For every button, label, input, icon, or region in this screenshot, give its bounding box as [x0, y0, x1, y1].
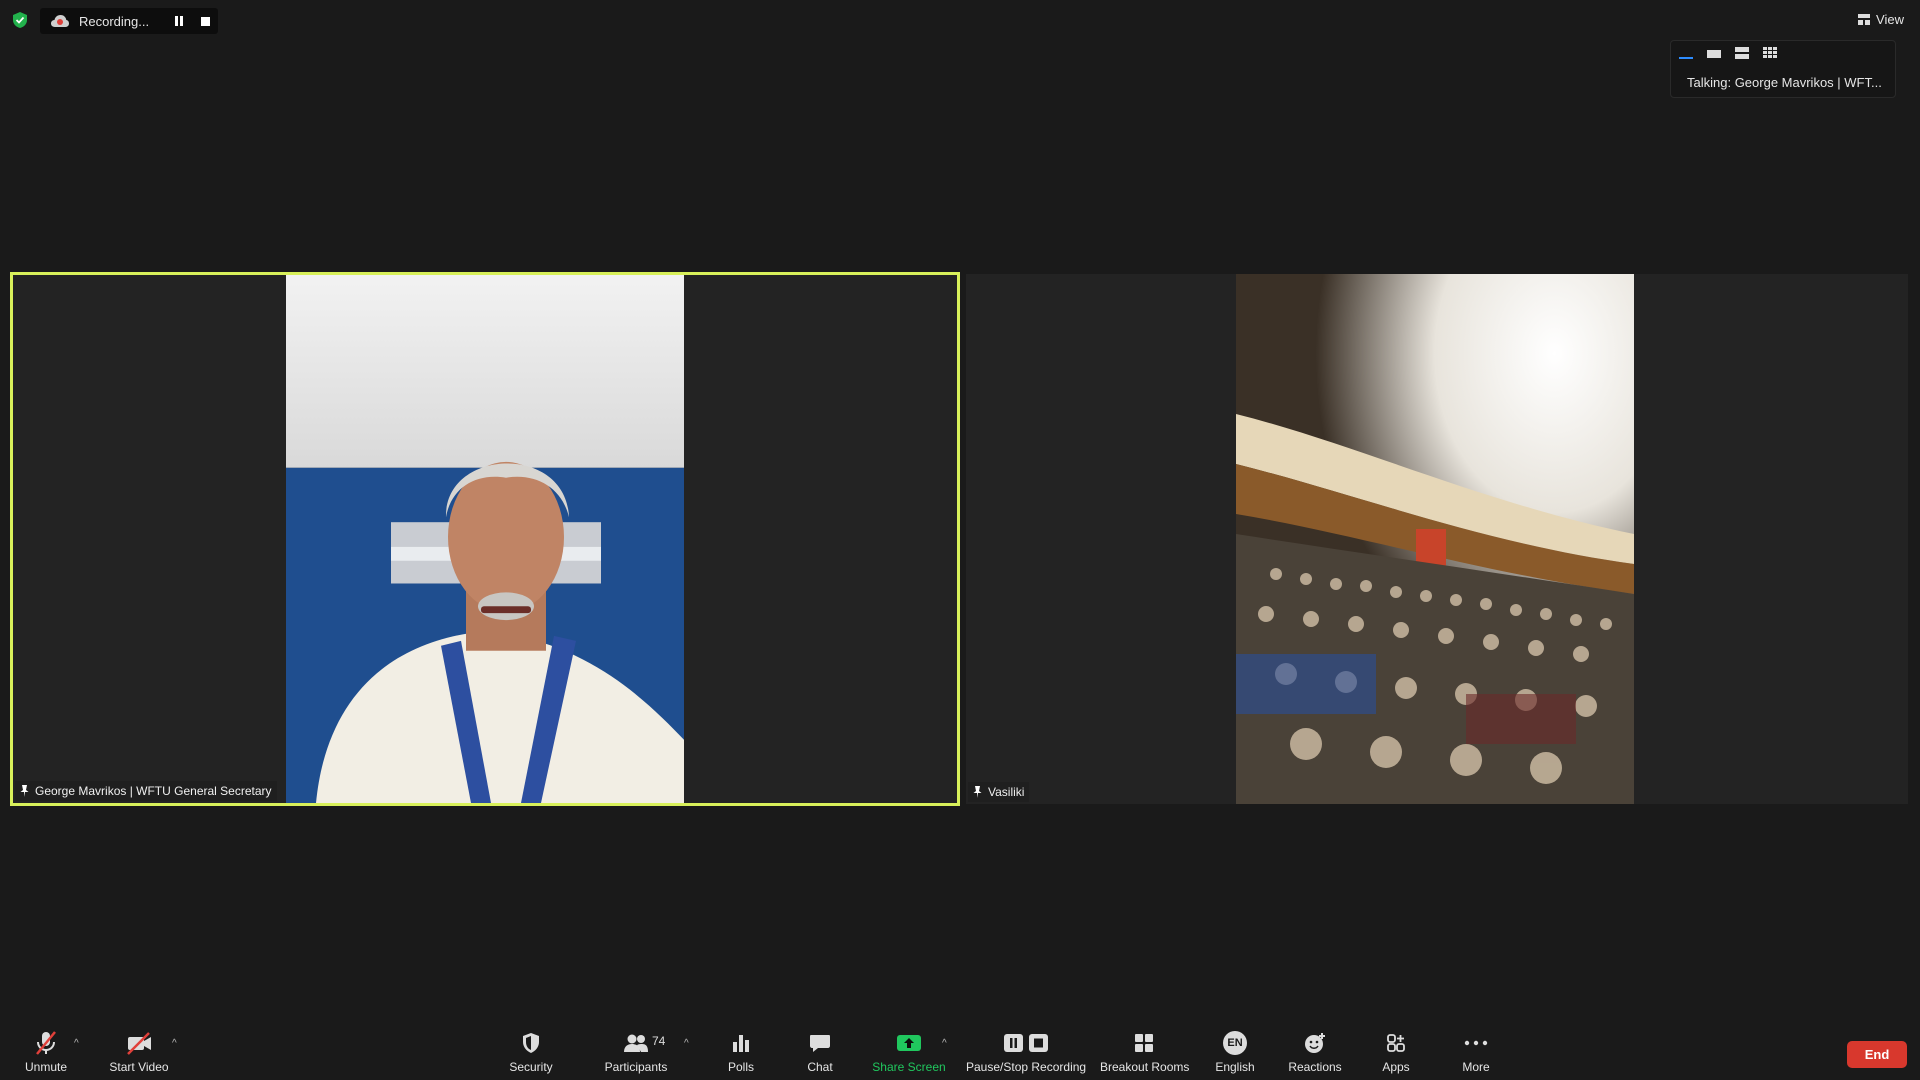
polls-icon — [733, 1035, 749, 1052]
participant-video — [1236, 274, 1634, 804]
security-button[interactable]: Security — [504, 1030, 558, 1074]
gallery-layout-icon[interactable] — [1763, 47, 1777, 59]
active-speaker-label: Talking: George Mavrikos | WFT... — [1687, 75, 1882, 90]
end-meeting-button[interactable]: End — [1847, 1041, 1907, 1068]
reactions-smiley-icon — [1305, 1033, 1325, 1053]
participants-chevron-icon[interactable]: ^ — [684, 1038, 689, 1049]
participants-icon — [624, 1034, 648, 1052]
stop-recording-icon[interactable] — [201, 17, 210, 26]
view-button[interactable]: View — [1858, 12, 1904, 27]
polls-button[interactable]: Polls — [722, 1030, 760, 1074]
recording-indicator: Recording... — [40, 8, 218, 34]
participant-video — [286, 275, 684, 803]
more-label: More — [1462, 1060, 1490, 1074]
apps-button[interactable]: Apps — [1378, 1030, 1414, 1074]
muted-mic-icon — [36, 1031, 56, 1055]
reactions-button[interactable]: Reactions — [1286, 1030, 1344, 1074]
audio-options-chevron-icon[interactable]: ^ — [74, 1038, 79, 1049]
security-label: Security — [509, 1060, 553, 1074]
participant-name-tag: Vasiliki — [968, 782, 1030, 802]
more-button[interactable]: More — [1458, 1030, 1494, 1074]
shield-icon[interactable] — [11, 11, 29, 29]
participant-name: Vasiliki — [988, 785, 1025, 799]
chat-label: Chat — [807, 1060, 833, 1074]
pause-stop-recording-button[interactable]: Pause/Stop Recording — [966, 1030, 1086, 1074]
polls-label: Polls — [727, 1060, 754, 1074]
single-video-layout-icon[interactable] — [1707, 50, 1721, 58]
more-dots-icon — [1464, 1040, 1488, 1046]
participant-name: George Mavrikos | WFTU General Secretary — [35, 784, 272, 798]
recording-label: Recording... — [79, 13, 150, 29]
share-options-chevron-icon[interactable]: ^ — [942, 1038, 947, 1049]
apps-label: Apps — [1382, 1060, 1410, 1074]
start-video-label: Start Video — [109, 1060, 169, 1074]
breakout-rooms-button[interactable]: Breakout Rooms — [1100, 1030, 1190, 1074]
english-label: English — [1215, 1060, 1255, 1074]
pause-stop-recording-icon — [1004, 1034, 1048, 1052]
video-off-icon — [127, 1032, 151, 1055]
pause-recording-icon[interactable] — [173, 15, 185, 27]
pin-icon — [20, 785, 29, 797]
video-options-chevron-icon[interactable]: ^ — [172, 1038, 177, 1049]
view-grid-icon — [1858, 14, 1871, 25]
stacked-layout-icon[interactable] — [1735, 47, 1749, 59]
pin-icon — [973, 786, 982, 798]
language-badge-icon: EN — [1223, 1031, 1247, 1055]
breakout-rooms-icon — [1135, 1034, 1153, 1052]
pause-stop-recording-label: Pause/Stop Recording — [966, 1060, 1087, 1074]
share-screen-button[interactable]: Share Screen — [872, 1030, 946, 1074]
participants-label: Participants — [604, 1060, 668, 1074]
chat-bubble-icon — [810, 1035, 830, 1052]
participant-name-tag: George Mavrikos | WFTU General Secretary — [15, 781, 277, 801]
security-shield-icon — [523, 1033, 539, 1053]
interpretation-english-button[interactable]: EN English — [1214, 1030, 1256, 1074]
meeting-toolbar: Unmute ^ Start Video ^ Security Particip… — [0, 1020, 1920, 1080]
layout-popover: Talking: George Mavrikos | WFT... — [1670, 40, 1896, 98]
share-screen-label: Share Screen — [872, 1060, 946, 1074]
video-tile[interactable]: Vasiliki — [966, 274, 1908, 804]
apps-icon — [1387, 1034, 1405, 1052]
share-screen-icon — [897, 1035, 921, 1051]
minimized-layout-icon[interactable] — [1679, 47, 1693, 59]
reactions-label: Reactions — [1288, 1060, 1342, 1074]
participants-count: 74 — [652, 1034, 666, 1048]
view-label: View — [1876, 12, 1904, 27]
start-video-button[interactable]: Start Video — [104, 1030, 174, 1074]
breakout-rooms-label: Breakout Rooms — [1100, 1060, 1190, 1074]
unmute-label: Unmute — [24, 1060, 68, 1074]
video-tile-active-speaker[interactable]: George Mavrikos | WFTU General Secretary — [10, 272, 960, 806]
unmute-button[interactable]: Unmute — [20, 1030, 72, 1074]
cloud-recording-icon — [51, 15, 69, 27]
chat-button[interactable]: Chat — [802, 1030, 838, 1074]
